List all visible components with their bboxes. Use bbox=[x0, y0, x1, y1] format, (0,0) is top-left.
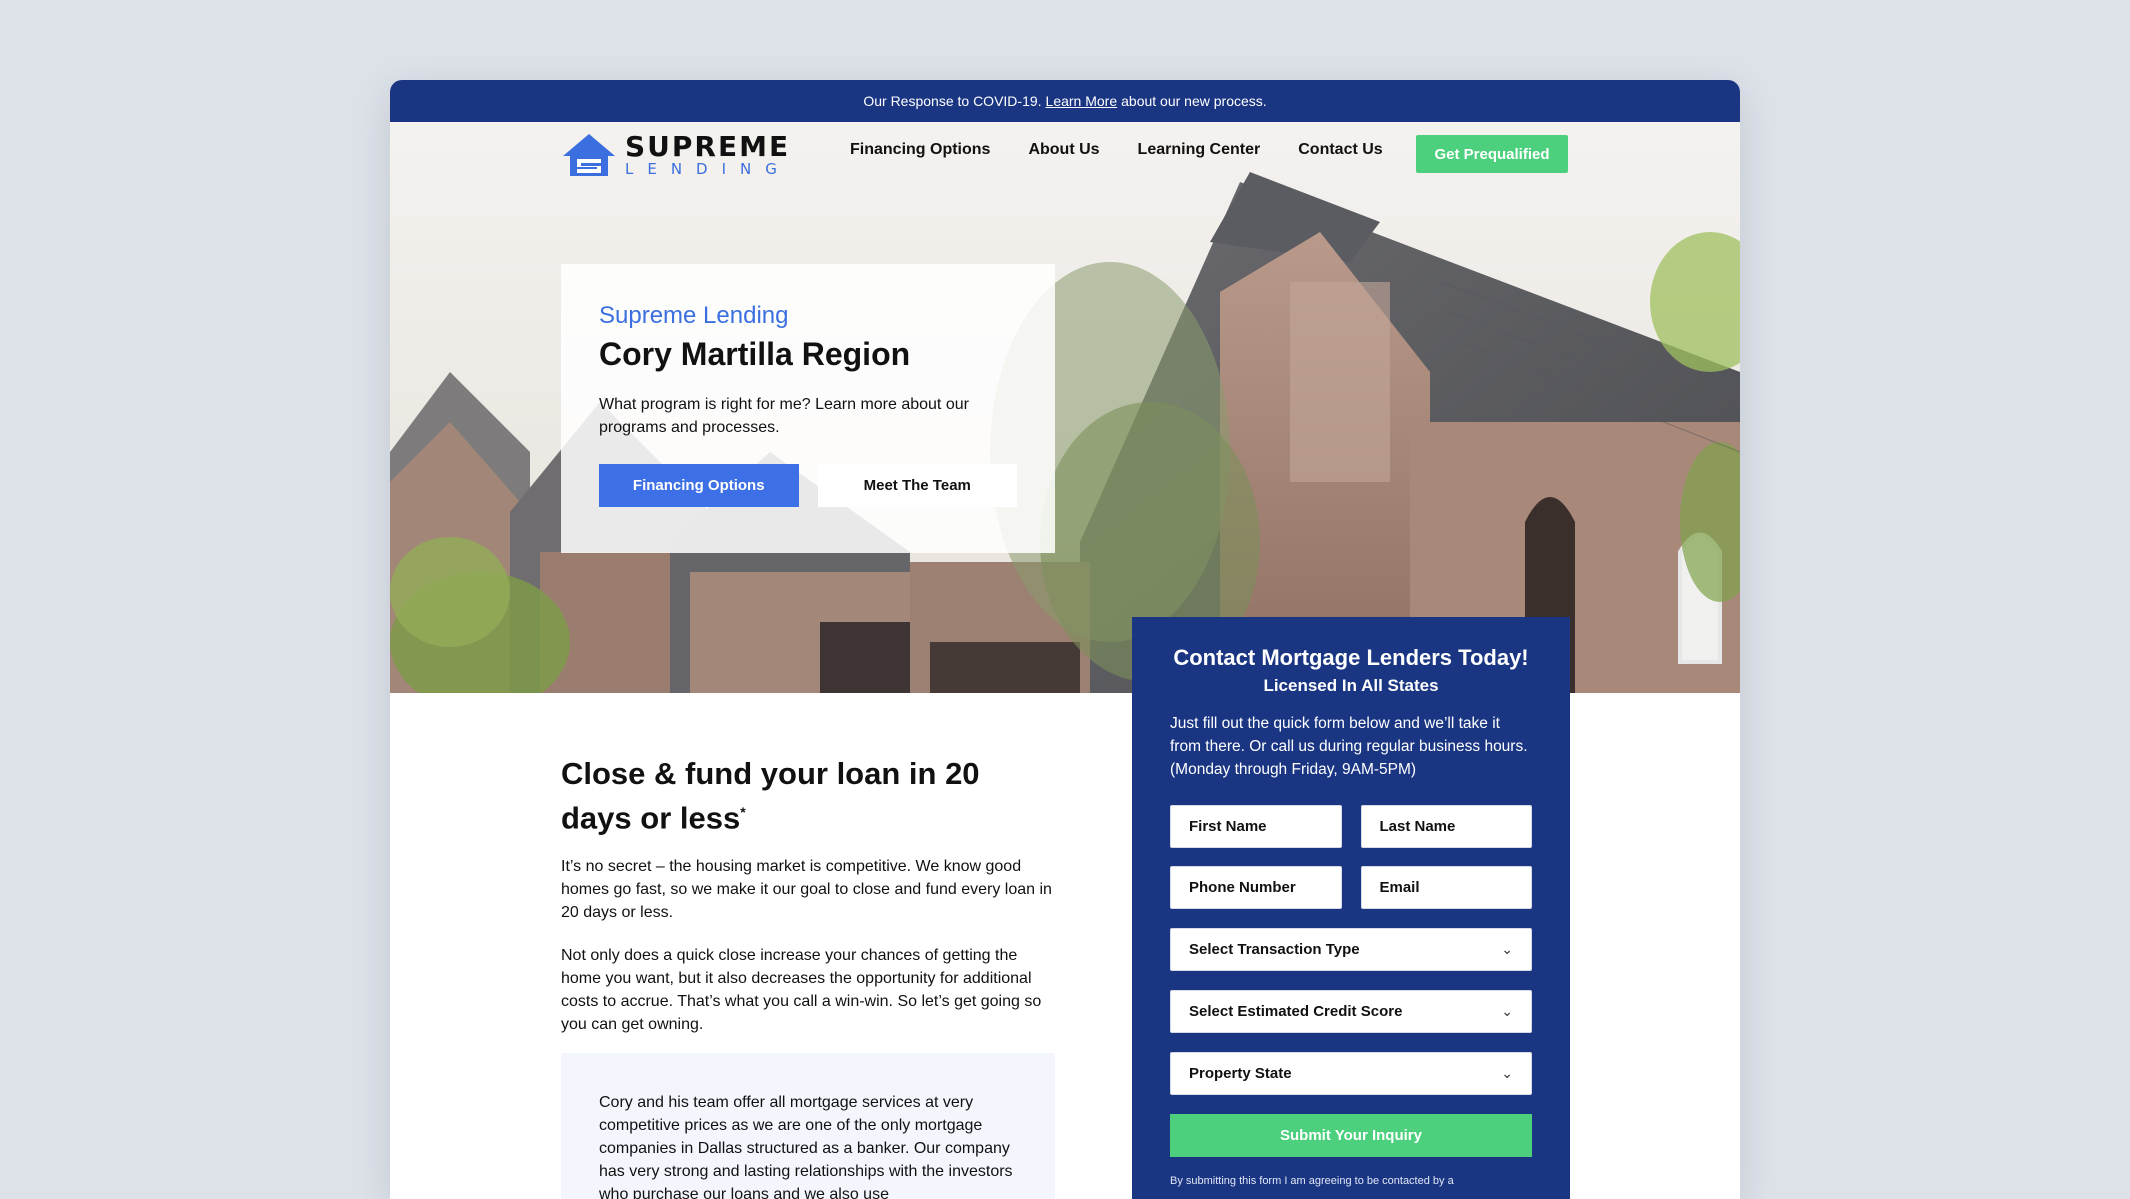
transaction-type-label: Select Transaction Type bbox=[1189, 941, 1360, 958]
announcement-text-after: about our new process. bbox=[1121, 93, 1267, 109]
nav-links: Financing Options About Us Learning Cent… bbox=[850, 141, 1383, 159]
property-state-label: Property State bbox=[1189, 1065, 1292, 1082]
hero-card: Supreme Lending Cory Martilla Region Wha… bbox=[561, 264, 1055, 553]
chevron-down-icon: ⌄ bbox=[1501, 941, 1513, 957]
browser-window: Our Response to COVID-19. Learn More abo… bbox=[390, 80, 1740, 1199]
logo-wordmark: SUPREME bbox=[625, 130, 791, 163]
email-field[interactable]: Email bbox=[1360, 866, 1532, 909]
financing-options-button[interactable]: Financing Options bbox=[599, 464, 799, 507]
section-heading: Close & fund your loan in 20 days or les… bbox=[561, 755, 1055, 837]
nav-financing-options[interactable]: Financing Options bbox=[850, 141, 990, 159]
body-paragraph: Not only does a quick close increase you… bbox=[561, 947, 1042, 1034]
chevron-down-icon: ⌄ bbox=[1501, 1003, 1513, 1019]
logo-subwordmark: LENDING bbox=[625, 160, 791, 178]
nav-learning-center[interactable]: Learning Center bbox=[1138, 141, 1261, 159]
section-heading-text: Close & fund your loan in 20 days or les… bbox=[561, 756, 980, 836]
main-navigation: SUPREME LENDING Financing Options About … bbox=[390, 122, 1740, 184]
meet-the-team-button[interactable]: Meet The Team bbox=[817, 464, 1017, 507]
first-name-field[interactable]: First Name bbox=[1170, 805, 1342, 848]
form-description: Just fill out the quick form below and w… bbox=[1170, 715, 1528, 778]
last-name-field[interactable]: Last Name bbox=[1360, 805, 1532, 848]
learn-more-link[interactable]: Learn More bbox=[1046, 93, 1118, 109]
announcement-text: Our Response to COVID-19. bbox=[863, 93, 1042, 109]
hero-kicker: Supreme Lending bbox=[599, 302, 789, 329]
testimonial-box: Cory and his team offer all mortgage ser… bbox=[561, 1053, 1055, 1199]
main-content: Close & fund your loan in 20 days or les… bbox=[561, 755, 1055, 1199]
heading-footnote-mark: * bbox=[740, 804, 746, 820]
hero-description: What program is right for me? Learn more… bbox=[599, 396, 969, 436]
property-state-select[interactable]: Property State ⌄ bbox=[1170, 1052, 1532, 1095]
credit-score-select[interactable]: Select Estimated Credit Score ⌄ bbox=[1170, 990, 1532, 1033]
transaction-type-select[interactable]: Select Transaction Type ⌄ bbox=[1170, 928, 1532, 971]
form-disclaimer: By submitting this form I am agreeing to… bbox=[1170, 1175, 1454, 1187]
body-paragraph: It’s no secret – the housing market is c… bbox=[561, 858, 1052, 922]
phone-number-field[interactable]: Phone Number bbox=[1170, 866, 1342, 909]
nav-about-us[interactable]: About Us bbox=[1028, 141, 1099, 159]
form-title: Contact Mortgage Lenders Today! bbox=[1173, 645, 1529, 670]
chevron-down-icon: ⌄ bbox=[1501, 1065, 1513, 1081]
nav-contact-us[interactable]: Contact Us bbox=[1298, 141, 1382, 159]
logo[interactable]: SUPREME LENDING bbox=[561, 132, 791, 178]
house-logo-icon bbox=[563, 134, 615, 176]
get-prequalified-button[interactable]: Get Prequalified bbox=[1416, 135, 1568, 173]
form-subtitle: Licensed In All States bbox=[1263, 676, 1439, 695]
credit-score-label: Select Estimated Credit Score bbox=[1189, 1003, 1403, 1020]
page-title: Cory Martilla Region bbox=[599, 336, 911, 372]
submit-inquiry-button[interactable]: Submit Your Inquiry bbox=[1170, 1114, 1532, 1157]
contact-form-panel: Contact Mortgage Lenders Today! Licensed… bbox=[1132, 617, 1570, 1199]
covid-announcement-bar: Our Response to COVID-19. Learn More abo… bbox=[390, 80, 1740, 122]
